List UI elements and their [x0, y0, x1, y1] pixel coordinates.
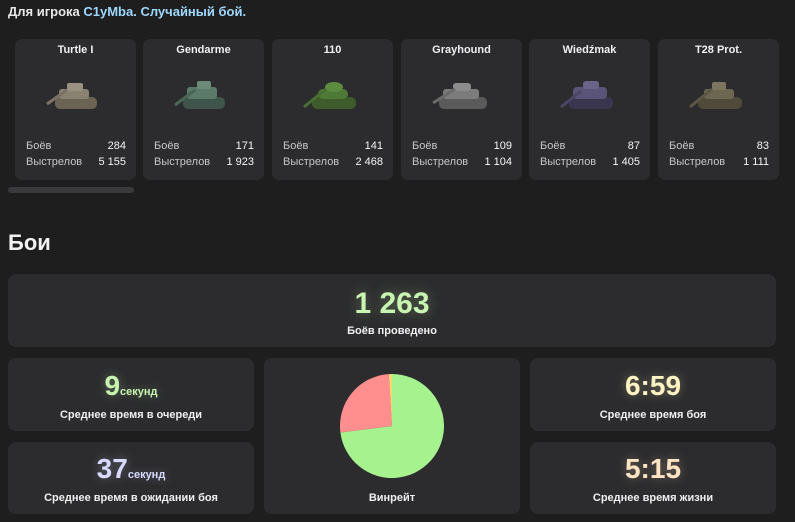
queue-time-value: 9секунд [104, 370, 158, 401]
wait-time-label: Среднее время в ожидании боя [44, 492, 218, 504]
tank-icon [174, 81, 225, 109]
tank-icon [46, 83, 97, 109]
life-time-value: 5:15 [624, 453, 682, 484]
tank-icon [432, 83, 487, 109]
winrate-panel: Винрейт [264, 358, 520, 514]
tank-name: Gendarme [176, 44, 231, 56]
shots-row: Выстрелов 1 104 [412, 156, 512, 168]
total-battles-label: Боёв проведено [347, 325, 437, 337]
shots-row: Выстрелов 1 111 [669, 156, 769, 168]
tank-icon [689, 82, 742, 109]
winrate-label: Винрейт [368, 492, 416, 504]
battles-row: Боёв 141 [283, 140, 383, 152]
carousel-scrollbar[interactable] [8, 187, 134, 193]
winrate-pie [330, 364, 454, 488]
tank-card[interactable]: Gendarme Боёв 171 Выстрелов 1 923 [143, 39, 264, 180]
tank-name: T28 Prot. [694, 44, 743, 56]
total-battles-panel: 1 263 Боёв проведено [8, 274, 776, 347]
life-time-label: Среднее время жизни [592, 492, 714, 504]
queue-time-unit: секунд [120, 386, 158, 398]
tank-name: 110 [323, 44, 342, 56]
tank-card[interactable]: 110 Боёв 141 Выстрелов 2 468 [272, 39, 393, 180]
battle-time-value: 6:59 [624, 370, 682, 401]
total-battles-value: 1 263 [354, 287, 430, 320]
battles-row: Боёв 284 [26, 140, 126, 152]
subtitle-prefix: Для игрока [8, 4, 80, 19]
tank-name: Turtle I [57, 44, 94, 56]
shots-row: Выстрелов 1 405 [540, 156, 640, 168]
battle-time-panel: 6:59 Среднее время боя [530, 358, 776, 431]
battle-mode: . Случайный бой. [133, 4, 247, 19]
tank-card[interactable]: T28 Prot. Боёв 83 Выстрелов 1 111 [658, 39, 779, 180]
battles-row: Боёв 87 [540, 140, 640, 152]
wait-time-value: 37секунд [96, 453, 166, 484]
player-name[interactable]: C1yMba [83, 4, 133, 19]
life-time-panel: 5:15 Среднее время жизни [530, 442, 776, 514]
shots-row: Выстрелов 2 468 [283, 156, 383, 168]
queue-time-label: Среднее время в очереди [59, 409, 203, 421]
tank-card[interactable]: Wiedźmak Боёв 87 Выстрелов 1 405 [529, 39, 650, 180]
battles-row: Боёв 171 [154, 140, 254, 152]
section-title: Бои [8, 230, 51, 255]
tank-icon [560, 81, 613, 109]
tank-name: Grayhound [432, 44, 491, 56]
tank-name: Wiedźmak [562, 44, 617, 56]
tank-card[interactable]: Grayhound Боёв 109 Выстрелов 1 104 [401, 39, 522, 180]
tank-icon [303, 82, 356, 109]
queue-time-panel: 9секунд Среднее время в очереди [8, 358, 254, 431]
tank-card[interactable]: Turtle I Боёв 284 Выстрелов 5 155 [15, 39, 136, 180]
wait-time-unit: секунд [127, 469, 166, 481]
tank-carousel[interactable]: Turtle I Боёв 284 Выстрелов 5 155 Gendarme… [15, 39, 795, 181]
battles-row: Боёв 83 [669, 140, 769, 152]
battles-row: Боёв 109 [412, 140, 512, 152]
shots-row: Выстрелов 1 923 [154, 156, 254, 168]
battle-time-label: Среднее время боя [599, 409, 707, 421]
shots-row: Выстрелов 5 155 [26, 156, 126, 168]
page-subtitle: Для игрока C1yMba. Случайный бой. [8, 4, 246, 19]
wait-time-panel: 37секунд Среднее время в ожидании боя [8, 442, 254, 514]
